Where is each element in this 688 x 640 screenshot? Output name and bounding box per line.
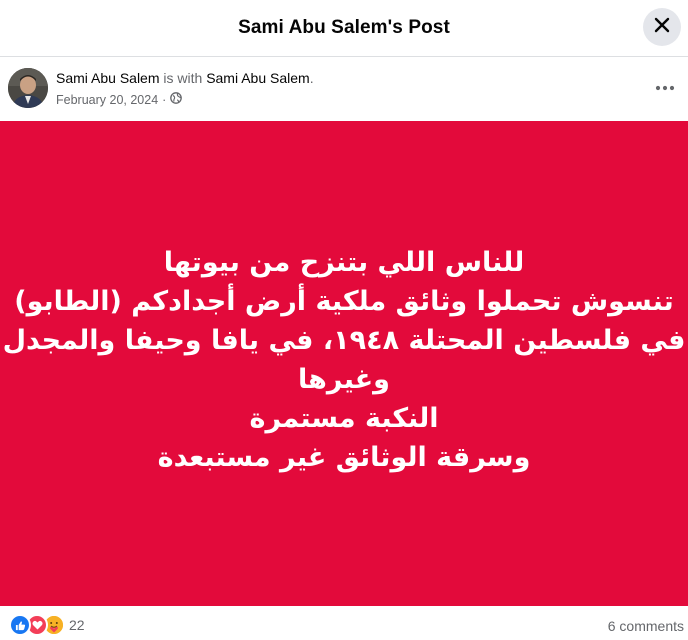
post-text-line: النكبة مستمرة: [249, 402, 439, 434]
comments-count-link[interactable]: 6 comments: [608, 618, 684, 634]
post-text-line: للناس اللي بتنزح من بيوتها: [163, 246, 525, 278]
post-author-row: Sami Abu Salem is with Sami Abu Salem. F…: [0, 57, 688, 121]
globe-icon[interactable]: [170, 92, 183, 107]
author-line: Sami Abu Salem is with Sami Abu Salem.: [56, 70, 314, 86]
reactions-summary[interactable]: 22: [9, 614, 85, 636]
post-meta: February 20, 2024 ·: [56, 92, 183, 107]
close-icon: [654, 17, 670, 38]
more-horizontal-icon: [655, 78, 675, 96]
avatar[interactable]: [8, 68, 48, 108]
more-options-button[interactable]: [650, 75, 680, 99]
post-text-line: وغيرها: [298, 363, 390, 395]
post-text-line: في فلسطين المحتلة ١٩٤٨، في يافا وحيفا وا…: [2, 324, 686, 356]
author-period: .: [309, 70, 314, 86]
dialog-header: Sami Abu Salem's Post: [0, 0, 688, 57]
close-button[interactable]: [643, 8, 681, 46]
meta-separator: ·: [162, 92, 167, 107]
post-text-card[interactable]: للناس اللي بتنزح من بيوتها تنسوش تحملوا …: [0, 121, 688, 606]
tagged-name-link[interactable]: Sami Abu Salem: [206, 70, 310, 86]
like-icon: [9, 614, 31, 636]
dialog-title: Sami Abu Salem's Post: [238, 17, 450, 38]
post-text: للناس اللي بتنزح من بيوتها تنسوش تحملوا …: [3, 243, 686, 477]
with-text: is with: [163, 70, 203, 86]
post-text-line: تنسوش تحملوا وثائق ملكية أرض أجدادكم (ال…: [14, 285, 674, 317]
post-text-line: وسرقة الوثائق غير مستبعدة: [157, 441, 531, 473]
author-name-link[interactable]: Sami Abu Salem: [56, 70, 160, 86]
post-date-link[interactable]: February 20, 2024: [56, 93, 158, 107]
post-footer: 22 6 comments: [0, 606, 688, 640]
reaction-count: 22: [69, 617, 85, 633]
post-dialog: Sami Abu Salem's Post Sami Abu Salem is …: [0, 0, 688, 640]
